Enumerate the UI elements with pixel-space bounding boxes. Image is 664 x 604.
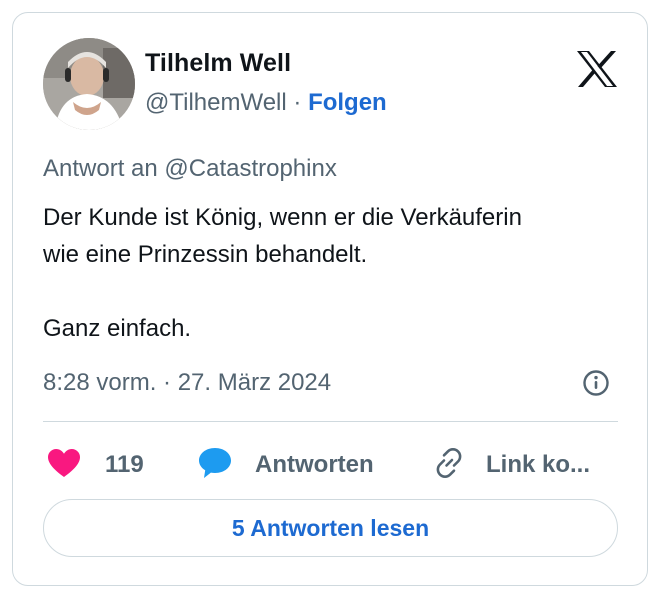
tweet-embed-card: Tilhelm Well @TilhemWell · Folgen Antwor…	[12, 12, 648, 586]
like-button[interactable]: 119	[47, 445, 144, 485]
heart-icon	[47, 448, 81, 483]
copy-link-label: Link ko...	[486, 451, 591, 478]
author-name[interactable]: Tilhelm Well	[145, 49, 291, 78]
reply-to-label[interactable]: Antwort an @Catastrophinx	[43, 155, 337, 183]
tweet-text-line: Der Kunde ist König, wenn er die Verkäuf…	[43, 204, 522, 231]
action-bar: 119 Antworten Link ko...	[13, 445, 647, 485]
reply-label: Antworten	[255, 451, 374, 478]
tweet-timestamp[interactable]: 8:28 vorm. · 27. März 2024	[43, 369, 331, 397]
info-icon[interactable]	[582, 369, 610, 397]
speech-bubble-icon	[197, 446, 233, 485]
reply-button[interactable]: Antworten	[197, 445, 374, 485]
tweet-text-line: Ganz einfach.	[43, 315, 192, 342]
follow-button[interactable]: Folgen	[308, 89, 387, 116]
separator-dot: ·	[293, 89, 302, 116]
read-replies-button[interactable]: 5 Antworten lesen	[43, 499, 618, 557]
divider	[43, 421, 618, 422]
like-count: 119	[105, 451, 144, 478]
link-icon	[431, 445, 467, 486]
tweet-text: Der Kunde ist König, wenn er die Verkäuf…	[43, 199, 633, 347]
copy-link-button[interactable]: Link ko...	[431, 445, 590, 485]
author-handle-row: @TilhemWell · Folgen	[145, 89, 387, 117]
tweet-text-line: wie eine Prinzessin behandelt.	[43, 241, 368, 268]
avatar[interactable]	[43, 38, 135, 130]
x-logo-icon[interactable]	[575, 49, 619, 89]
author-handle[interactable]: @TilhemWell	[145, 89, 287, 116]
